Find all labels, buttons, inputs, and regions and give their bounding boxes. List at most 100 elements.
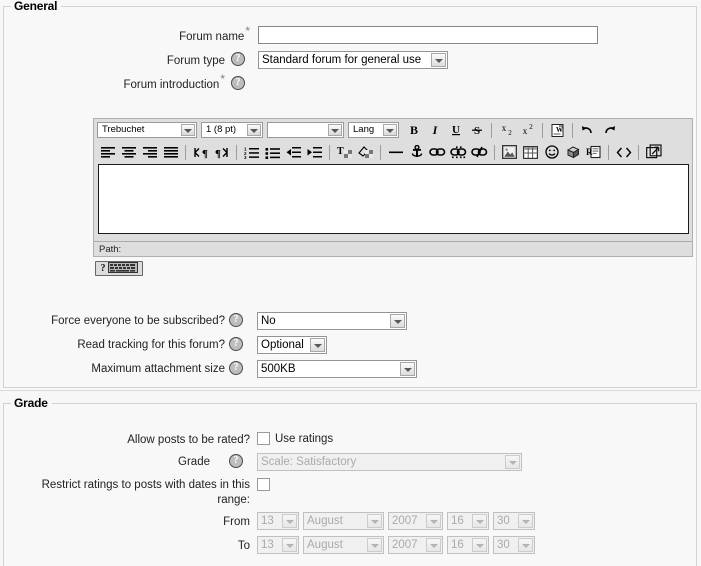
smiley-icon[interactable] xyxy=(541,142,562,162)
from-minute-value: 30 xyxy=(497,515,510,527)
help-icon-grade[interactable]: ? xyxy=(229,454,243,468)
max-attachment-size-select[interactable]: 500KB xyxy=(257,360,417,378)
editor-content-area[interactable] xyxy=(98,164,689,234)
help-icon-forum-introduction[interactable]: ? xyxy=(231,76,245,90)
svg-text:¶: ¶ xyxy=(215,148,221,159)
forecolor-icon[interactable]: T xyxy=(334,142,355,162)
italic-icon[interactable]: I xyxy=(424,120,445,140)
undo-icon[interactable] xyxy=(577,120,598,140)
toolbar-separator xyxy=(494,144,495,160)
ordered-list-icon[interactable]: 1 2 3 xyxy=(241,142,262,162)
unlink-icon[interactable] xyxy=(448,142,469,162)
svg-text:W: W xyxy=(556,126,563,134)
chevron-down-icon xyxy=(247,124,261,136)
editor-keyboard-help-button[interactable]: ? xyxy=(95,261,143,276)
restrict-ratings-checkbox[interactable] xyxy=(257,478,270,491)
read-tracking-select[interactable]: Optional xyxy=(257,336,327,354)
question-mark-label: ? xyxy=(100,262,106,274)
read-tracking-value: Optional xyxy=(261,339,304,351)
chevron-down-icon xyxy=(367,514,382,528)
svg-text:2: 2 xyxy=(508,129,512,137)
from-year-select[interactable]: 2007 xyxy=(388,512,443,530)
align-justify-icon[interactable] xyxy=(160,142,181,162)
horizontal-rule-icon[interactable] xyxy=(385,142,406,162)
toolbar-separator xyxy=(638,144,639,160)
from-day-select[interactable]: 13 xyxy=(257,512,299,530)
font-family-select[interactable]: Trebuchet xyxy=(97,122,197,138)
direction-rtl-icon[interactable]: ¶ xyxy=(211,142,232,162)
outdent-icon[interactable] xyxy=(283,142,304,162)
use-ratings-checkbox[interactable] xyxy=(257,432,270,445)
align-center-icon[interactable] xyxy=(118,142,139,162)
required-asterisk-forum-name: * xyxy=(245,24,250,39)
help-icon-max-attachment-size[interactable]: ? xyxy=(229,361,243,375)
label-forum-type: Forum type xyxy=(166,55,225,67)
chevron-down-icon xyxy=(390,314,405,328)
insert-image-icon[interactable] xyxy=(499,142,520,162)
svg-text:S: S xyxy=(473,125,479,137)
to-day-value: 13 xyxy=(261,539,274,551)
label-from: From xyxy=(223,516,250,528)
from-hour-select[interactable]: 16 xyxy=(447,512,489,530)
help-icon-read-tracking[interactable]: ? xyxy=(229,337,243,351)
underline-icon[interactable]: U xyxy=(445,120,466,140)
font-size-select[interactable]: 1 (8 pt) xyxy=(201,122,263,138)
chevron-down-icon xyxy=(367,538,382,552)
align-left-icon[interactable] xyxy=(97,142,118,162)
backcolor-icon[interactable] xyxy=(355,142,376,162)
indent-icon[interactable] xyxy=(304,142,325,162)
to-month-select[interactable]: August xyxy=(303,536,384,554)
from-month-value: August xyxy=(307,515,343,527)
to-minute-value: 30 xyxy=(497,539,510,551)
from-month-select[interactable]: August xyxy=(303,512,384,530)
insert-char-icon[interactable]: R xyxy=(583,142,604,162)
forum-type-select[interactable]: Standard forum for general use xyxy=(258,51,448,69)
label-forum-introduction: Forum introduction* xyxy=(123,72,225,91)
to-year-select[interactable]: 2007 xyxy=(388,536,443,554)
language-select[interactable]: Lang xyxy=(348,122,399,138)
superscript-icon[interactable]: x2 xyxy=(517,120,538,140)
force-subscribe-value: No xyxy=(261,315,276,327)
subscript-icon[interactable]: x2 xyxy=(496,120,517,140)
chevron-down-icon xyxy=(426,514,441,528)
bold-icon[interactable]: B xyxy=(403,120,424,140)
nolink-icon[interactable] xyxy=(469,142,490,162)
editor-toolbar-row-1: Trebuchet 1 (8 pt) Lang B I U S x 2 x 2 … xyxy=(94,119,692,141)
label-grade: Grade xyxy=(178,456,210,468)
insert-link-icon[interactable] xyxy=(427,142,448,162)
toolbar-separator xyxy=(185,144,186,160)
to-hour-select[interactable]: 16 xyxy=(447,536,489,554)
media-icon[interactable] xyxy=(562,142,583,162)
force-subscribe-select[interactable]: No xyxy=(257,312,407,330)
strikethrough-icon[interactable]: S xyxy=(466,120,487,140)
from-day-value: 13 xyxy=(261,515,274,527)
to-hour-value: 16 xyxy=(451,539,464,551)
svg-text:R: R xyxy=(586,147,593,157)
html-source-icon[interactable] xyxy=(613,142,634,162)
editor-toolbar-row-2: ¶ ¶ 1 2 3 T R xyxy=(94,141,692,163)
unordered-list-icon[interactable] xyxy=(262,142,283,162)
from-minute-select[interactable]: 30 xyxy=(493,512,535,530)
format-select[interactable] xyxy=(267,122,344,138)
html-editor: Trebuchet 1 (8 pt) Lang B I U S x 2 x 2 … xyxy=(93,118,693,257)
chevron-down-icon xyxy=(505,455,520,469)
help-icon-forum-type[interactable]: ? xyxy=(231,52,245,66)
align-right-icon[interactable] xyxy=(139,142,160,162)
insert-table-icon[interactable] xyxy=(520,142,541,162)
to-minute-select[interactable]: 30 xyxy=(493,536,535,554)
redo-icon[interactable] xyxy=(598,120,619,140)
chevron-down-icon xyxy=(518,538,533,552)
spellcheck-icon[interactable]: W xyxy=(547,120,568,140)
grade-scale-select[interactable]: Scale: Satisfactory xyxy=(257,453,522,471)
svg-text:B: B xyxy=(409,123,417,137)
chevron-down-icon xyxy=(282,514,297,528)
forum-name-input[interactable] xyxy=(258,26,598,44)
label-forum-name: Forum name* xyxy=(179,24,250,43)
to-day-select[interactable]: 13 xyxy=(257,536,299,554)
label-to: To xyxy=(237,540,250,552)
anchor-icon[interactable] xyxy=(406,142,427,162)
help-icon-force-subscribe[interactable]: ? xyxy=(229,313,243,327)
fullscreen-icon[interactable] xyxy=(643,142,664,162)
direction-ltr-icon[interactable]: ¶ xyxy=(190,142,211,162)
toolbar-separator xyxy=(542,122,543,138)
